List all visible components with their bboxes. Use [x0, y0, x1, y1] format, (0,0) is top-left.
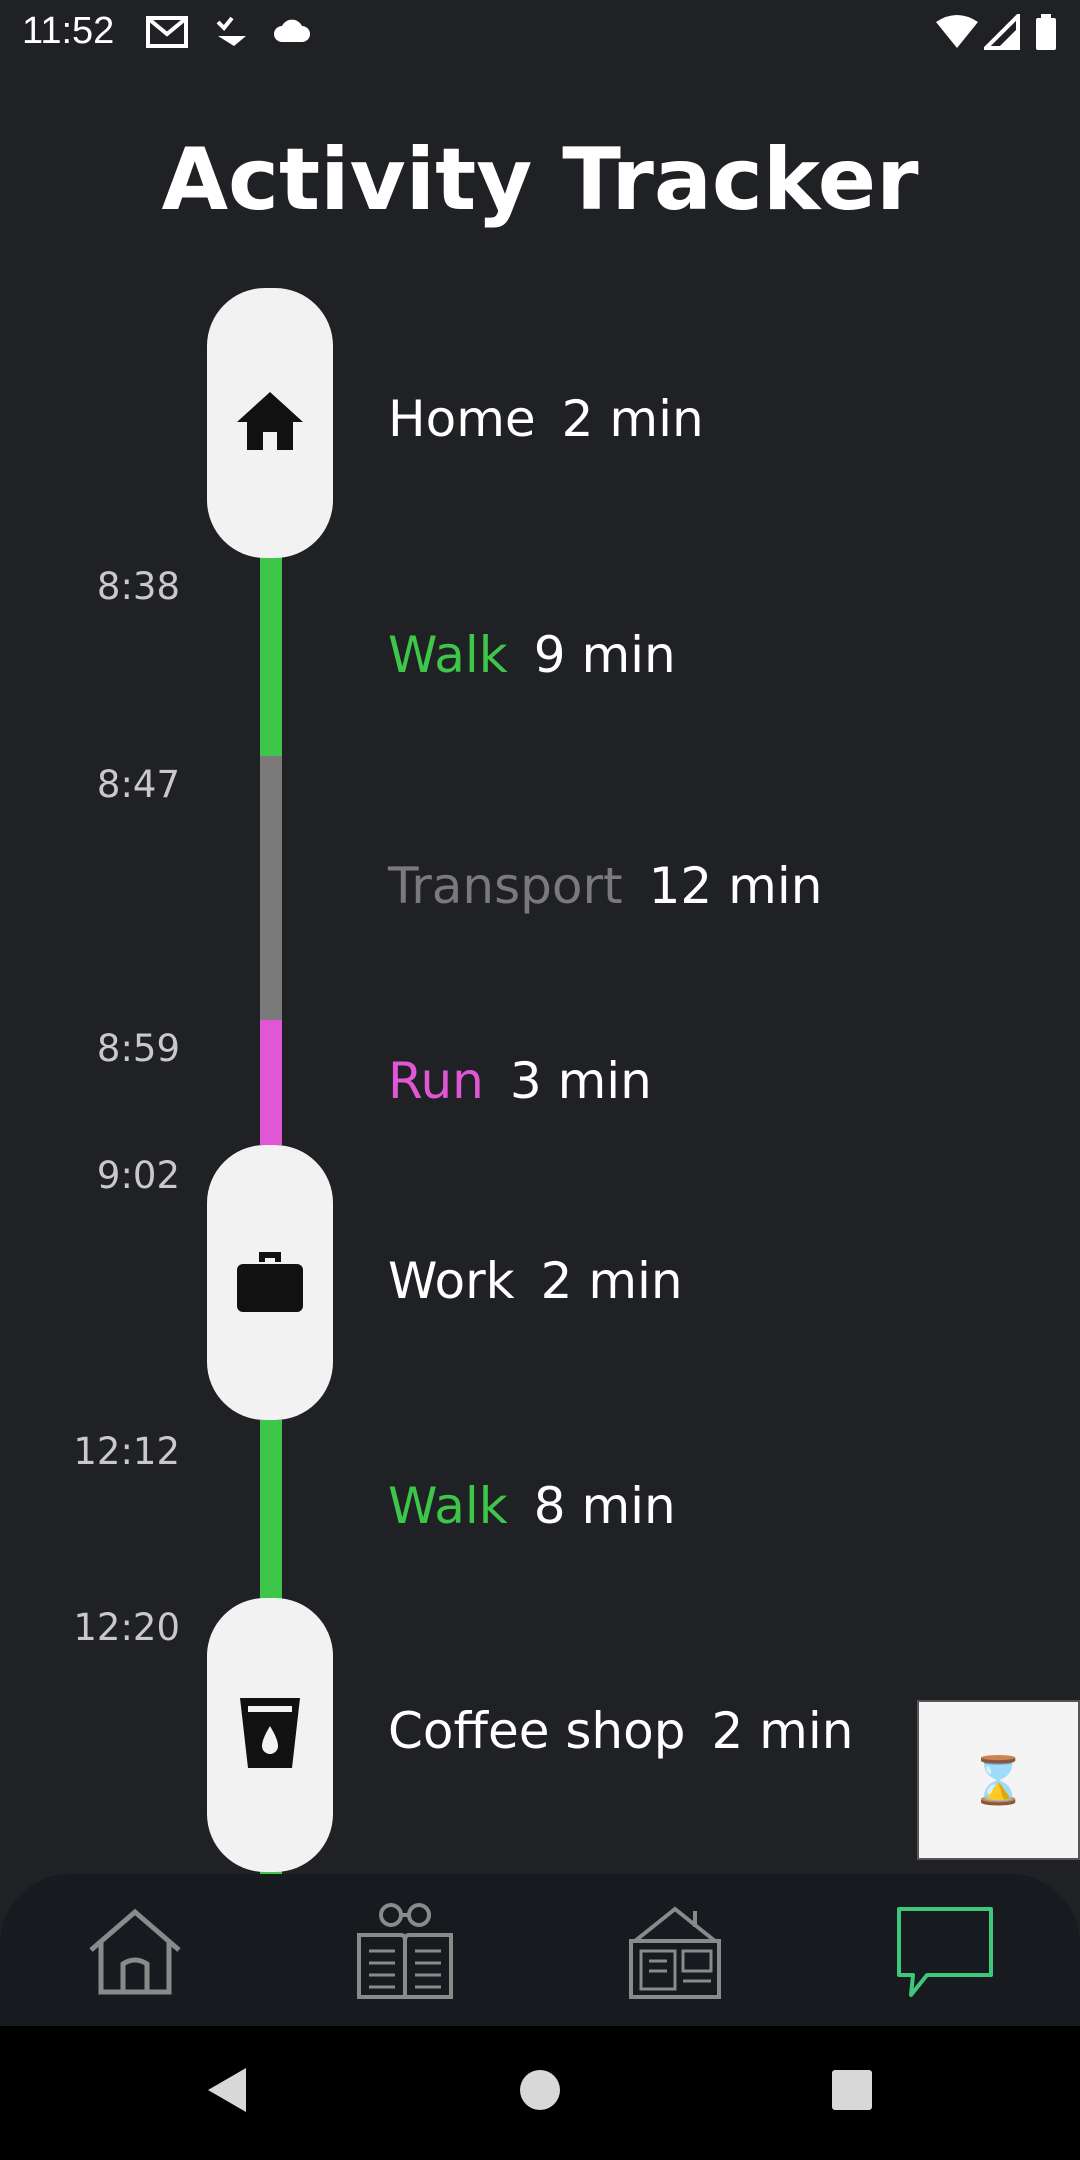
task-check-icon — [214, 14, 250, 54]
battery-icon — [1034, 14, 1058, 56]
timeline-time: 12:20 — [73, 1606, 180, 1649]
recents-button[interactable] — [822, 2062, 882, 2122]
place-pill-work[interactable] — [207, 1145, 333, 1420]
home-outline-icon — [85, 1906, 185, 2000]
activity-entry[interactable]: Work 2 min — [388, 1252, 683, 1310]
timeline-time: 8:59 — [96, 1027, 180, 1070]
activity-duration: 3 min — [509, 1052, 652, 1110]
activity-name: Walk — [388, 626, 508, 684]
activity-duration: 12 min — [648, 857, 823, 915]
back-icon — [204, 2066, 248, 2118]
coffee-cup-icon — [238, 1696, 302, 1774]
activity-duration: 2 min — [540, 1252, 683, 1310]
activity-name: Run — [388, 1052, 484, 1110]
nav-home-button[interactable] — [80, 1898, 190, 2008]
nav-reader-button[interactable] — [350, 1898, 460, 2008]
chat-bubble-icon — [893, 1903, 997, 2003]
activity-entry[interactable]: Run 3 min — [388, 1052, 652, 1110]
timeline-time: 8:47 — [96, 763, 180, 806]
wifi-icon — [934, 14, 980, 54]
timeline-time: 12:12 — [73, 1430, 180, 1473]
page-title: Activity Tracker — [161, 130, 919, 230]
walk-segment — [260, 1420, 282, 1600]
transport-segment — [260, 756, 282, 1020]
home-icon — [235, 390, 305, 456]
activity-name: Transport — [388, 857, 623, 915]
activity-name: Work — [388, 1252, 515, 1310]
activity-duration: 2 min — [711, 1702, 854, 1760]
cloud-icon — [272, 14, 312, 52]
reader-book-icon — [355, 1901, 455, 2005]
activity-entry[interactable]: Walk 8 min — [388, 1477, 676, 1535]
signal-icon — [981, 11, 1020, 54]
nav-chat-button[interactable] — [890, 1898, 1000, 2008]
run-segment — [260, 1020, 282, 1145]
system-nav-bar — [0, 2026, 1080, 2160]
home-circle-icon — [518, 2068, 562, 2116]
place-pill-coffee[interactable] — [207, 1598, 333, 1872]
status-time: 11:52 — [22, 10, 115, 52]
walk-segment — [260, 556, 282, 756]
activity-name: Walk — [388, 1477, 508, 1535]
home-system-button[interactable] — [510, 2062, 570, 2122]
activity-entry[interactable]: Transport 12 min — [388, 857, 822, 915]
status-bar: 11:52 — [0, 0, 1080, 66]
activity-name: Home — [388, 390, 536, 448]
hourglass-icon: ⌛ — [969, 1752, 1028, 1807]
activity-entry[interactable]: Walk 9 min — [388, 626, 676, 684]
back-button[interactable] — [196, 2062, 256, 2122]
activity-duration: 2 min — [561, 390, 704, 448]
nav-plans-button[interactable] — [620, 1898, 730, 2008]
timeline-time: 9:02 — [96, 1154, 180, 1197]
recents-square-icon — [830, 2068, 874, 2116]
place-pill-home[interactable] — [207, 288, 333, 558]
gmail-icon — [146, 14, 188, 54]
activity-entry[interactable]: Coffee shop 2 min — [388, 1702, 853, 1760]
activity-duration: 9 min — [533, 626, 676, 684]
activity-duration: 8 min — [533, 1477, 676, 1535]
house-plan-icon — [625, 1901, 725, 2005]
activity-entry[interactable]: Home 2 min — [388, 390, 704, 448]
briefcase-icon — [235, 1248, 305, 1318]
floating-placeholder-box[interactable]: ⌛ — [917, 1700, 1080, 1860]
activity-name: Coffee shop — [388, 1702, 686, 1760]
timeline-time: 8:38 — [96, 565, 180, 608]
bottom-nav — [0, 1874, 1080, 2026]
